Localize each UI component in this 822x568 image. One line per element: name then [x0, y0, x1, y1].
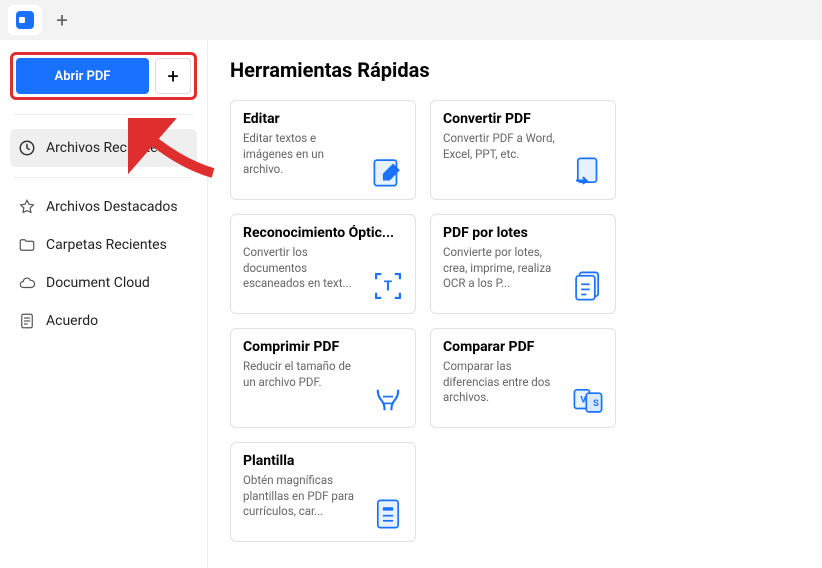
tool-card-convert[interactable]: Convertir PDF Convertir PDF a Word, Exce… — [430, 100, 616, 200]
svg-text:V: V — [580, 395, 587, 406]
sidebar-item-folders[interactable]: Carpetas Recientes — [10, 226, 197, 264]
tool-card-template[interactable]: Plantilla Obtén magníficas plantillas en… — [230, 442, 416, 542]
sidebar-item-starred[interactable]: Archivos Destacados — [10, 188, 197, 226]
card-desc: Reducir el tamaño de un archivo PDF. — [243, 359, 363, 390]
template-icon — [371, 497, 405, 531]
compare-icon: VS — [571, 383, 605, 417]
clock-icon — [18, 139, 36, 157]
app-tab[interactable] — [8, 5, 42, 35]
batch-icon — [571, 269, 605, 303]
sidebar-item-label: Archivos Destacados — [46, 199, 178, 215]
card-desc: Comparar las diferencias entre dos archi… — [443, 359, 563, 406]
sidebar-item-label: Document Cloud — [46, 275, 150, 291]
card-desc: Editar textos e imágenes en un archivo. — [243, 131, 363, 178]
open-pdf-button[interactable]: Abrir PDF — [16, 58, 149, 94]
cloud-icon — [18, 274, 36, 292]
star-icon — [18, 198, 36, 216]
tool-card-compare[interactable]: Comparar PDF Comparar las diferencias en… — [430, 328, 616, 428]
svg-text:S: S — [593, 398, 599, 409]
tool-card-ocr[interactable]: Reconocimiento Óptic... Convertir los do… — [230, 214, 416, 314]
divider — [14, 114, 193, 115]
tools-heading: Herramientas Rápidas — [230, 58, 800, 82]
card-title: Comprimir PDF — [243, 339, 403, 355]
sidebar-item-recent[interactable]: Archivos Recientes — [10, 129, 197, 167]
sidebar: Abrir PDF + Archivos Recientes Archivos D… — [0, 40, 208, 568]
card-desc: Convertir PDF a Word, Excel, PPT, etc. — [443, 131, 563, 162]
new-tab-button[interactable]: + — [50, 8, 74, 32]
card-title: Editar — [243, 111, 403, 127]
convert-icon — [571, 155, 605, 189]
tool-cards: Editar Editar textos e imágenes en un ar… — [230, 100, 800, 542]
create-pdf-button[interactable]: + — [155, 58, 191, 94]
sidebar-item-agree[interactable]: Acuerdo — [10, 302, 197, 340]
open-pdf-highlight: Abrir PDF + — [10, 52, 197, 100]
sidebar-item-cloud[interactable]: Document Cloud — [10, 264, 197, 302]
card-title: Comparar PDF — [443, 339, 603, 355]
card-title: Reconocimiento Óptic... — [243, 225, 403, 241]
tool-card-compress[interactable]: Comprimir PDF Reducir el tamaño de un ar… — [230, 328, 416, 428]
document-icon — [18, 312, 36, 330]
sidebar-item-label: Carpetas Recientes — [46, 237, 167, 253]
compress-icon — [371, 383, 405, 417]
sidebar-nav: Archivos Recientes Archivos Destacados Car… — [10, 129, 197, 340]
tool-card-batch[interactable]: PDF por lotes Convierte por lotes, crea,… — [430, 214, 616, 314]
sidebar-item-label: Acuerdo — [46, 313, 98, 329]
ocr-icon: T — [371, 269, 405, 303]
edit-icon — [371, 155, 405, 189]
card-desc: Obtén magníficas plantillas en PDF para … — [243, 473, 363, 520]
card-desc: Convierte por lotes, crea, imprime, real… — [443, 245, 563, 292]
svg-text:T: T — [384, 278, 393, 294]
divider — [14, 177, 193, 178]
main-content: Herramientas Rápidas Editar Editar texto… — [208, 40, 822, 568]
card-title: Convertir PDF — [443, 111, 603, 127]
app-logo-icon — [16, 11, 34, 29]
folder-icon — [18, 236, 36, 254]
card-title: PDF por lotes — [443, 225, 603, 241]
tool-card-edit[interactable]: Editar Editar textos e imágenes en un ar… — [230, 100, 416, 200]
sidebar-item-label: Archivos Recientes — [46, 140, 165, 156]
tab-bar: + — [0, 0, 822, 40]
card-desc: Convertir los documentos escaneados en t… — [243, 245, 363, 292]
card-title: Plantilla — [243, 453, 403, 469]
